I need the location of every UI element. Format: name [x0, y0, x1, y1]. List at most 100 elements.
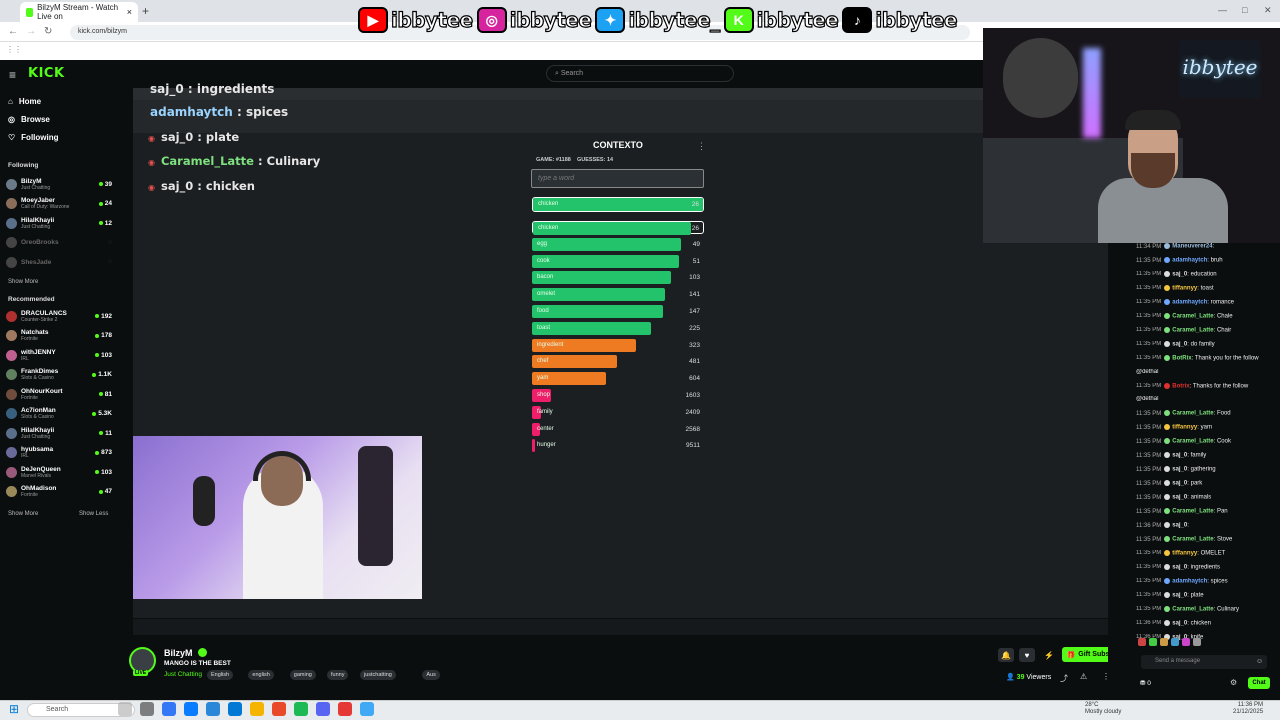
chat-username[interactable]: Maneuverer24 [1172, 244, 1212, 250]
chat-username[interactable]: saj_0 [1172, 341, 1187, 347]
chat-username[interactable]: Caramel_Latte [1172, 411, 1213, 417]
sidebar-channel[interactable]: MoeyJaber Call of Duty: Warzone 24 [6, 195, 112, 213]
chat-username[interactable]: saj_0 [1172, 481, 1187, 487]
stream-tag[interactable]: justchatting [360, 670, 396, 680]
close-window-icon[interactable]: ✕ [1264, 5, 1272, 16]
explorer-icon[interactable] [250, 702, 264, 716]
emoji-picker-icon[interactable]: ☺ [1256, 658, 1263, 665]
streamer-name[interactable]: BilzyM [164, 648, 193, 658]
stream-tag[interactable]: gaming [289, 670, 316, 680]
new-tab-icon[interactable]: + [142, 4, 149, 18]
chat-username[interactable]: adamhaytch [1172, 258, 1207, 264]
follow-heart-icon[interactable]: ♥ [1019, 648, 1035, 662]
chat-input[interactable]: Send a message [1141, 655, 1267, 669]
sidebar-channel[interactable]: DRACULANCS Counter-Strike 2 192 [6, 307, 112, 325]
emote-icon[interactable] [1182, 638, 1190, 646]
stream-tag[interactable]: English [207, 670, 234, 680]
emote-icon[interactable] [1149, 638, 1157, 646]
chat-username[interactable]: saj_0 [1172, 592, 1187, 598]
brave-icon[interactable] [272, 702, 286, 716]
sidebar-channel[interactable]: FrankDimes Slots & Casino 1.1K [6, 366, 112, 384]
chat-username[interactable]: saj_0 [1172, 620, 1187, 626]
chat-username[interactable]: adamhaytch [1172, 299, 1207, 305]
stream-tag[interactable]: english [248, 670, 274, 680]
maximize-icon[interactable]: □ [1242, 5, 1247, 15]
show-less-recommended[interactable]: Show Less [79, 511, 108, 517]
chat-username[interactable]: tiffannyy [1172, 550, 1197, 556]
chat-username[interactable]: Caramel_Latte [1172, 606, 1213, 612]
store-icon[interactable] [184, 702, 198, 716]
apps-grid-icon[interactable]: ⋮⋮ [6, 45, 22, 54]
emote-icon[interactable] [1160, 638, 1168, 646]
chat-username[interactable]: Caramel_Latte [1172, 509, 1213, 515]
close-tab-icon[interactable]: × [127, 7, 132, 17]
reload-icon[interactable]: ↻ [44, 26, 52, 37]
share-icon[interactable]: ⤴ [1060, 673, 1068, 684]
sidebar-channel[interactable]: ShesJade ◌ [6, 253, 112, 271]
sidebar-channel[interactable]: OhMadison Fortnite 47 [6, 483, 112, 501]
browser-tab[interactable]: BilzyM Stream - Watch Live on × [20, 2, 138, 22]
chat-username[interactable]: saj_0 [1172, 564, 1187, 570]
emote-icon[interactable] [1171, 638, 1179, 646]
forward-icon[interactable]: → [26, 26, 36, 37]
chat-username[interactable]: Botrix [1172, 383, 1189, 389]
minimize-icon[interactable]: — [1218, 5, 1227, 15]
widgets-icon[interactable] [118, 702, 132, 716]
chat-username[interactable]: tiffannyy [1172, 285, 1197, 291]
kick-logo[interactable]: KICK [28, 66, 65, 81]
hamburger-menu-icon[interactable]: ≡ [9, 68, 16, 82]
search-input[interactable]: ⌕ Search [546, 65, 734, 82]
spotify-icon[interactable] [294, 702, 308, 716]
sidebar-channel[interactable]: Ac7ionMan Slots & Casino 5.3K [6, 405, 112, 423]
chat-username[interactable]: Caramel_Latte [1172, 537, 1213, 543]
show-more-recommended[interactable]: Show More [8, 511, 38, 517]
chat-username[interactable]: BotRix [1172, 355, 1191, 361]
chat-username[interactable]: Caramel_Latte [1172, 327, 1213, 333]
chat-username[interactable]: Caramel_Latte [1172, 439, 1213, 445]
back-icon[interactable]: ← [8, 26, 18, 37]
sidebar-channel[interactable]: hyubsama IRL 873 [6, 444, 112, 462]
sidebar-channel[interactable]: Natchats Fortnite 178 [6, 327, 112, 345]
gift-subs-button[interactable]: 🎁 Gift Subs [1062, 647, 1114, 662]
stream-category[interactable]: Just Chatting [164, 671, 202, 678]
chat-username[interactable]: saj_0 [1172, 453, 1187, 459]
send-chat-button[interactable]: Chat [1248, 677, 1270, 689]
report-icon[interactable]: ⚠ [1080, 672, 1087, 681]
nav-following[interactable]: ♡ Following [8, 133, 59, 142]
sidebar-channel[interactable]: HilalKhayii Just Chatting 11 [6, 424, 112, 442]
sidebar-channel[interactable]: BilzyM Just Chatting 39 [6, 175, 112, 193]
discord-icon[interactable] [316, 702, 330, 716]
steam-icon[interactable] [360, 702, 374, 716]
sidebar-channel[interactable]: OhNourKourt Fortnite 81 [6, 385, 112, 403]
sidebar-channel[interactable]: DeJenQueen Marvel Rivals 103 [6, 463, 112, 481]
show-more-following[interactable]: Show More [8, 279, 38, 285]
chat-username[interactable]: Caramel_Latte [1172, 313, 1213, 319]
stream-tag[interactable]: Aus [422, 670, 440, 680]
emote-icon[interactable] [1138, 638, 1146, 646]
chat-username[interactable]: saj_0 [1172, 495, 1187, 501]
files-icon[interactable] [140, 702, 154, 716]
outlook-icon[interactable] [206, 702, 220, 716]
windows-start-icon[interactable]: ⊞ [9, 703, 21, 715]
chat-username[interactable]: tiffannyy [1172, 425, 1197, 431]
chat-settings-icon[interactable]: ⚙ [1230, 678, 1237, 687]
lightning-icon[interactable]: ⚡ [1041, 648, 1057, 662]
sidebar-channel[interactable]: HilalKhayii Just Chatting 12 [6, 214, 112, 232]
mail-icon[interactable] [228, 702, 242, 716]
stream-tag[interactable]: funny [327, 670, 349, 680]
nav-home[interactable]: ⌂ Home [8, 97, 41, 106]
notification-bell-icon[interactable]: 🔔 [998, 648, 1014, 662]
chat-username[interactable]: saj_0 [1172, 271, 1187, 277]
sidebar-channel[interactable]: withJENNY IRL 103 [6, 346, 112, 364]
chat-username[interactable]: saj_0 [1172, 523, 1187, 529]
clock[interactable]: 11:36 PM 21/12/2025 [1233, 702, 1263, 716]
edge-icon[interactable] [162, 702, 176, 716]
chat-username[interactable]: adamhaytch [1172, 578, 1207, 584]
chat-username[interactable]: saj_0 [1172, 467, 1187, 473]
weather-widget[interactable]: 28°C Mostly cloudy [1085, 702, 1121, 716]
chrome-icon[interactable] [338, 702, 352, 716]
sidebar-channel[interactable]: OreoBrooks ◌ [6, 234, 112, 252]
emote-icon[interactable] [1193, 638, 1201, 646]
channel-points[interactable]: ⛃ 0 [1140, 679, 1151, 687]
nav-browse[interactable]: ◎ Browse [8, 115, 50, 124]
